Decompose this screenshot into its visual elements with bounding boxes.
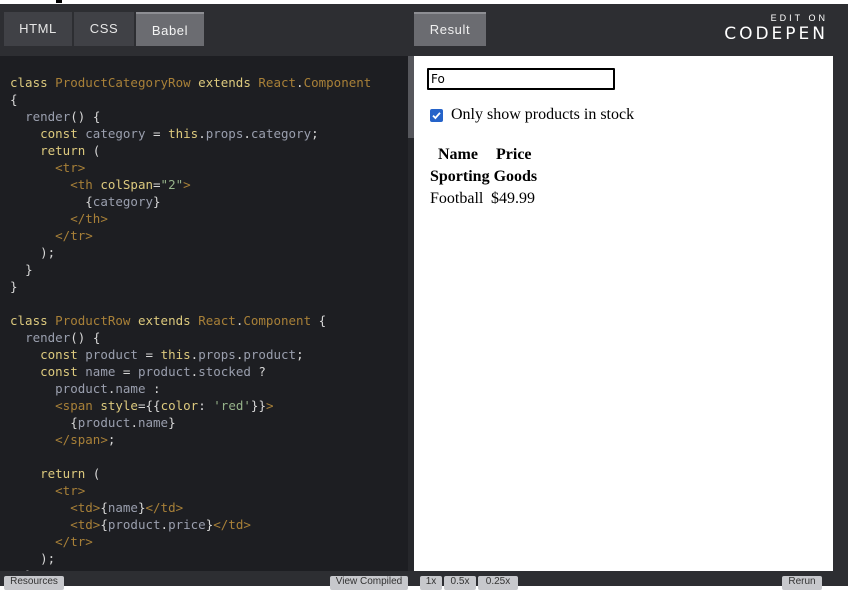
code-line: <span style={{color: 'red'}}> (55, 398, 274, 413)
result-pane: Result EDIT ON CODEPEN Only show product… (414, 4, 848, 590)
editor-tab-bar: HTML CSS Babel (0, 4, 414, 56)
code-line: <tr> (55, 160, 86, 175)
code-line: product.name : (55, 381, 161, 396)
rerun-button[interactable]: Rerun (782, 576, 822, 590)
zoom-1x-button[interactable]: 1x (420, 576, 442, 590)
view-compiled-button[interactable]: View Compiled (330, 576, 408, 590)
code-editor[interactable]: class ProductCategoryRow extends React.C… (0, 56, 408, 571)
tab-result[interactable]: Result (414, 12, 486, 46)
code-line: const product = this.props.product; (40, 347, 304, 362)
code-line: ); (40, 551, 56, 566)
code-line: { (10, 92, 18, 107)
code-line: {product.name} (70, 415, 176, 430)
edit-on-codepen-link[interactable]: EDIT ON CODEPEN (724, 13, 828, 45)
zoom-025x-button[interactable]: 0.25x (478, 576, 518, 590)
code-line: <td>{product.price}</td> (70, 517, 251, 532)
product-name-cell: Football (430, 190, 484, 207)
code-line: render() { (25, 109, 101, 124)
brand-edit-on: EDIT ON (770, 13, 828, 23)
codepen-logo: CODEPEN (724, 24, 828, 44)
search-input[interactable] (427, 68, 615, 90)
tab-css[interactable]: CSS (74, 12, 134, 46)
code-line: const name = product.stocked ? (40, 364, 266, 379)
result-frame: Only show products in stock Name Price S… (414, 56, 833, 571)
code-line: } (25, 262, 33, 277)
code-line: </tr> (55, 228, 93, 243)
code-line: </th> (70, 211, 108, 226)
zoom-05x-button[interactable]: 0.5x (444, 576, 476, 590)
editor-footer: Resources View Compiled (0, 571, 414, 590)
stock-filter[interactable]: Only show products in stock (430, 105, 634, 125)
code-line: class ProductCategoryRow extends React.C… (10, 75, 372, 90)
category-row: Sporting Goods (430, 168, 538, 185)
stock-checkbox-label: Only show products in stock (451, 106, 635, 123)
resources-button[interactable]: Resources (4, 576, 64, 590)
code-line: </tr> (55, 534, 93, 549)
stock-checkbox[interactable] (430, 108, 443, 122)
result-footer: 1x 0.5x 0.25x Rerun (414, 571, 848, 590)
code-line: <th colSpan="2"> (70, 177, 191, 192)
code-line: </span>; (55, 432, 116, 447)
checkmark-icon (432, 111, 441, 119)
code-line: const category = this.props.category; (40, 126, 319, 141)
code-line: return ( (40, 466, 101, 481)
top-strip-mark (56, 0, 62, 3)
code-line: render() { (25, 330, 101, 345)
code-line: <td>{name}</td> (70, 500, 184, 515)
code-line: <tr> (55, 483, 86, 498)
code-line: {category} (85, 194, 161, 209)
tab-html[interactable]: HTML (4, 12, 72, 46)
header-price: Price (496, 146, 532, 163)
header-name: Name (438, 146, 478, 163)
editor-pane: HTML CSS Babel class ProductCategoryRow … (0, 4, 414, 590)
code-line: return ( (40, 143, 101, 158)
tab-babel[interactable]: Babel (136, 12, 204, 46)
code-line: class ProductRow extends React.Component… (10, 313, 327, 328)
code-line: } (10, 279, 18, 294)
product-price-cell: $49.99 (491, 190, 535, 207)
code-line: ); (40, 245, 56, 260)
